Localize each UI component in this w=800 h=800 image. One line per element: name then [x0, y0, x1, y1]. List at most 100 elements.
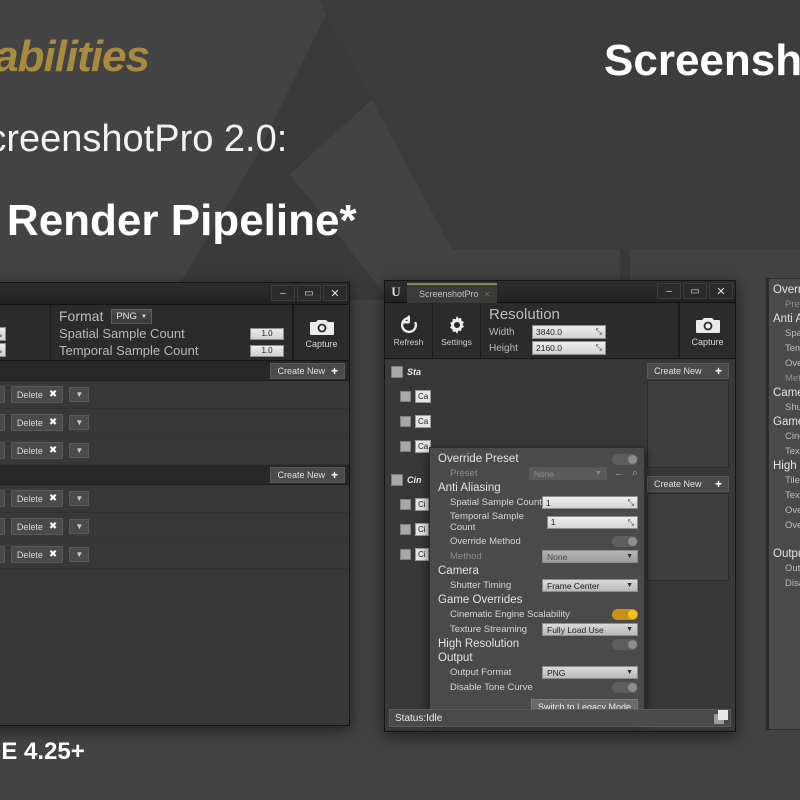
panel-row[interactable]: Override Sub Surface Scattering: [769, 518, 800, 533]
capture-button[interactable]: Capture: [679, 303, 735, 358]
settings-row-shutter-timing[interactable]: Shutter Timing Frame Center ▼: [436, 578, 638, 593]
method-combo[interactable]: None ▼: [542, 550, 638, 563]
settings-row-spatial-sample-count[interactable]: Spatial Sample Count 1 ⤡: [436, 495, 638, 510]
checkbox[interactable]: [400, 441, 411, 452]
height-row[interactable]: Height 2160.0 ⤡: [0, 343, 40, 357]
spinner-icon[interactable]: ⤡: [628, 498, 634, 508]
cinematic-engine-scalability-toggle[interactable]: [612, 609, 638, 620]
spinner-icon[interactable]: ⤡: [0, 345, 2, 355]
settings-row-disable-tone-curve[interactable]: Disable Tone Curve: [436, 680, 638, 695]
override-method-toggle[interactable]: [612, 536, 638, 547]
width-row[interactable]: Width 3840.0 ⤡: [489, 325, 668, 339]
row-menu-button[interactable]: ▼: [69, 519, 90, 534]
close-button[interactable]: ✕: [323, 285, 347, 301]
row-menu-button[interactable]: ▼: [69, 443, 90, 458]
table-row[interactable]: Pilot ✈ Delete ✖ ▼: [0, 409, 349, 437]
tab-screenshotpro[interactable]: ScreenshotPro ✕: [407, 282, 497, 303]
resize-grip[interactable]: [714, 710, 728, 724]
center-window[interactable]: U ScreenshotPro ✕ – ▭ ✕ Refresh Settings…: [384, 280, 736, 732]
left-window-titlebar[interactable]: U – ▭ ✕: [0, 283, 349, 305]
panel-row[interactable]: Method: [769, 371, 800, 386]
format-row[interactable]: Format PNG ▼: [59, 309, 284, 324]
table-row[interactable]: Pilot ✈ Delete ✖ ▼: [0, 541, 349, 569]
texture-streaming-combo[interactable]: Fully Load Use ▼: [542, 623, 638, 636]
refresh-button[interactable]: Refresh: [385, 303, 433, 358]
pilot-button[interactable]: Pilot ✈: [0, 490, 5, 507]
panel-row[interactable]: Shutter Timing: [769, 400, 800, 415]
height-input[interactable]: 2160.0 ⤡: [0, 343, 6, 357]
minimize-button[interactable]: –: [271, 285, 295, 301]
delete-button[interactable]: Delete ✖: [10, 518, 64, 535]
left-window[interactable]: U – ▭ ✕ Resolution Width 3840.0 ⤡ Height: [0, 282, 350, 726]
preset-combo[interactable]: None ▼: [528, 467, 607, 480]
maximize-button[interactable]: ▭: [297, 285, 321, 301]
spatial-input[interactable]: 1.0: [250, 327, 284, 340]
settings-row-texture-streaming[interactable]: Texture Streaming Fully Load Use ▼: [436, 622, 638, 637]
checkbox[interactable]: [391, 365, 403, 378]
settings-row-method[interactable]: Method None ▼: [436, 549, 638, 564]
panel-row[interactable]: Cinematic Engine Scalability: [769, 429, 800, 444]
settings-row-output-format[interactable]: Output Format PNG ▼: [436, 665, 638, 680]
temporal-sample-count-input[interactable]: 1 ⤡: [546, 515, 638, 529]
close-button[interactable]: ✕: [709, 283, 733, 299]
pilot-button[interactable]: Pilot ✈: [0, 386, 5, 403]
settings-popup[interactable]: Override Preset Preset None ▼ ← ⌕ Anti A…: [429, 447, 645, 721]
checkbox[interactable]: [400, 499, 411, 510]
temporal-row[interactable]: Temporal Sample Count 1.0: [59, 343, 284, 358]
panel-row[interactable]: Temporal Sample Count: [769, 341, 800, 356]
checkbox[interactable]: [400, 524, 411, 535]
checkbox[interactable]: [400, 416, 411, 427]
spatial-sample-count-input[interactable]: 1 ⤡: [542, 496, 638, 509]
delete-button[interactable]: Delete ✖: [10, 442, 64, 459]
pilot-button[interactable]: Pilot ✈: [0, 518, 5, 535]
delete-button[interactable]: Delete ✖: [10, 490, 64, 507]
spinner-icon[interactable]: ⤡: [596, 343, 602, 353]
center-window-toolbar[interactable]: Refresh Settings Resolution Width 3840.0…: [385, 303, 735, 359]
center-window-titlebar[interactable]: U ScreenshotPro ✕ – ▭ ✕: [385, 281, 735, 303]
shutter-timing-combo[interactable]: Frame Center ▼: [542, 579, 638, 592]
override-preset-toggle[interactable]: [612, 453, 638, 465]
table-row[interactable]: Pilot ✈ Delete ✖ ▼: [0, 485, 349, 513]
settings-button[interactable]: Settings: [433, 303, 481, 358]
checkbox[interactable]: [400, 549, 411, 560]
preset-icon-group[interactable]: ← ⌕: [614, 467, 638, 480]
minimize-button[interactable]: –: [657, 283, 681, 299]
left-window-controls[interactable]: – ▭ ✕: [271, 285, 347, 301]
panel-row[interactable]: Texture Sharpness Bias: [769, 488, 800, 503]
panel-row[interactable]: Overlap Ratio: [769, 503, 800, 518]
table-row[interactable]: Pilot ✈ Delete ✖ ▼: [0, 437, 349, 465]
pilot-button[interactable]: Pilot ✈: [0, 442, 5, 459]
back-arrow-icon[interactable]: ←: [614, 467, 625, 480]
list-item[interactable]: Ca: [385, 409, 437, 434]
panel-row[interactable]: Override Method: [769, 356, 800, 371]
settings-row-preset[interactable]: Preset None ▼ ← ⌕: [436, 466, 638, 481]
row-menu-button[interactable]: ▼: [69, 387, 90, 402]
height-input[interactable]: 2160.0 ⤡: [532, 341, 606, 355]
table-row[interactable]: Pilot ✈ Delete ✖ ▼: [0, 381, 349, 409]
panel-row[interactable]: Tile Count: [769, 473, 800, 488]
pilot-button[interactable]: Pilot ✈: [0, 546, 5, 563]
search-icon[interactable]: ⌕: [632, 467, 638, 480]
width-input[interactable]: 3840.0 ⤡: [0, 327, 6, 341]
disable-tone-curve-toggle[interactable]: [612, 682, 638, 693]
delete-button[interactable]: Delete ✖: [10, 414, 64, 431]
spatial-row[interactable]: Spatial Sample Count 1.0: [59, 326, 284, 341]
output-format-combo[interactable]: PNG ▼: [542, 666, 638, 679]
create-new-button[interactable]: Create New +: [647, 363, 729, 379]
center-window-controls[interactable]: – ▭ ✕: [657, 283, 733, 299]
panel-row[interactable]: Texture Streaming: [769, 444, 800, 459]
left-window-toolbar[interactable]: Resolution Width 3840.0 ⤡ Height 2160.0 …: [0, 305, 349, 361]
delete-button[interactable]: Delete ✖: [10, 386, 64, 403]
panel-row[interactable]: Output Format: [769, 561, 800, 576]
table-row[interactable]: Pilot ✈ Delete ✖ ▼: [0, 513, 349, 541]
high-resolution-toggle[interactable]: [612, 638, 638, 650]
spinner-icon[interactable]: ⤡: [628, 518, 634, 528]
width-row[interactable]: Width 3840.0 ⤡: [0, 327, 40, 341]
height-row[interactable]: Height 2160.0 ⤡: [489, 341, 668, 355]
tab-close-icon[interactable]: ✕: [484, 290, 491, 299]
create-new-button[interactable]: Create New +: [647, 476, 729, 492]
spinner-icon[interactable]: ⤡: [596, 327, 602, 337]
capture-button[interactable]: Capture: [293, 305, 349, 360]
list-item[interactable]: Ca: [385, 384, 437, 409]
pilot-button[interactable]: Pilot ✈: [0, 414, 5, 431]
